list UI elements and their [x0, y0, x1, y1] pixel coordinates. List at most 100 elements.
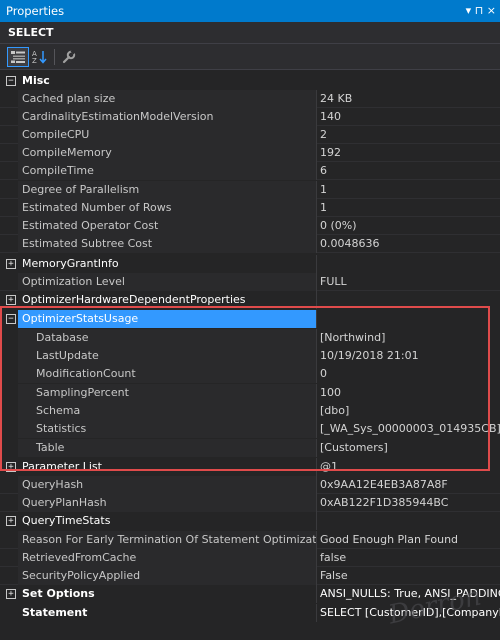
- property-name: ModificationCount: [18, 365, 316, 383]
- property-row[interactable]: CompileMemory 192: [0, 144, 500, 162]
- property-row[interactable]: QueryHash 0x9AA12E4EB3A87A8F: [0, 476, 500, 494]
- property-value: [Northwind]: [320, 331, 386, 344]
- property-value: 192: [320, 146, 341, 159]
- property-pages-button[interactable]: [58, 47, 80, 67]
- collapse-icon[interactable]: −: [6, 314, 16, 324]
- property-row[interactable]: Degree of Parallelism 1: [0, 181, 500, 199]
- properties-toolbar: A Z: [0, 44, 500, 70]
- property-value: 1: [320, 201, 327, 214]
- property-name: SamplingPercent: [18, 384, 316, 402]
- property-value: 140: [320, 110, 341, 123]
- property-name: Reason For Early Termination Of Statemen…: [18, 531, 316, 549]
- property-name: Cached plan size: [18, 90, 316, 108]
- window-controls[interactable]: ▾ ⊓ ×: [466, 0, 496, 22]
- property-name: Estimated Operator Cost: [18, 217, 316, 235]
- category-misc[interactable]: − Misc: [0, 72, 500, 90]
- property-row-optimizer-hardware[interactable]: + OptimizerHardwareDependentProperties: [0, 291, 500, 309]
- property-name: CompileCPU: [18, 126, 316, 144]
- property-name: Statistics: [18, 420, 316, 438]
- property-row-memory-grant-info[interactable]: + MemoryGrantInfo: [0, 255, 500, 273]
- expand-icon[interactable]: +: [6, 516, 16, 526]
- expand-icon[interactable]: +: [6, 259, 16, 269]
- expand-icon[interactable]: +: [6, 589, 16, 599]
- property-row[interactable]: Estimated Subtree Cost 0.0048636: [0, 235, 500, 253]
- property-name: OptimizerStatsUsage: [18, 310, 316, 328]
- property-row[interactable]: QueryPlanHash 0xAB122F1D385944BC: [0, 494, 500, 512]
- property-row[interactable]: Optimization Level FULL: [0, 273, 500, 291]
- stats-sub-row[interactable]: Schema [dbo]: [0, 402, 500, 420]
- selected-object-name: SELECT: [8, 26, 54, 39]
- property-row[interactable]: CardinalityEstimationModelVersion 140: [0, 108, 500, 126]
- property-value: 0xAB122F1D385944BC: [320, 496, 449, 509]
- property-name: QueryPlanHash: [18, 494, 316, 512]
- property-row-statement[interactable]: Statement SELECT [CustomerID],[CompanyNa…: [0, 604, 500, 622]
- property-name: MemoryGrantInfo: [22, 257, 119, 270]
- property-value: 0: [320, 367, 327, 380]
- property-row-optimizer-stats-usage[interactable]: − OptimizerStatsUsage: [0, 310, 500, 328]
- categorized-button[interactable]: [7, 47, 29, 67]
- property-name: Statement: [22, 606, 88, 619]
- property-name: SecurityPolicyApplied: [18, 567, 316, 585]
- property-row[interactable]: Reason For Early Termination Of Statemen…: [0, 531, 500, 549]
- property-value: [_WA_Sys_00000003_014935CB]: [320, 422, 500, 435]
- property-row-set-options[interactable]: + Set Options ANSI_NULLS: True, ANSI_PAD…: [0, 585, 500, 603]
- property-value: false: [320, 551, 347, 564]
- expand-icon[interactable]: +: [6, 462, 16, 472]
- alphabetical-button[interactable]: A Z: [29, 47, 51, 67]
- property-row[interactable]: Estimated Operator Cost 0 (0%): [0, 217, 500, 235]
- property-name: QueryHash: [18, 476, 316, 494]
- property-value: 24 KB: [320, 92, 353, 105]
- property-value: 0 (0%): [320, 219, 357, 232]
- property-name: Degree of Parallelism: [18, 181, 316, 199]
- property-row-query-time-stats[interactable]: + QueryTimeStats: [0, 512, 500, 530]
- property-name: Estimated Number of Rows: [18, 199, 316, 217]
- stats-sub-row[interactable]: SamplingPercent 100: [0, 384, 500, 402]
- property-value: [dbo]: [320, 404, 350, 417]
- property-name: RetrievedFromCache: [18, 549, 316, 567]
- property-name: Database: [18, 329, 316, 347]
- stats-sub-row[interactable]: Statistics [_WA_Sys_00000003_014935CB]: [0, 420, 500, 438]
- property-row-parameter-list[interactable]: + Parameter List @1: [0, 458, 500, 476]
- expand-icon[interactable]: +: [6, 295, 16, 305]
- property-name: Set Options: [22, 587, 95, 600]
- stats-sub-row[interactable]: Database [Northwind]: [0, 329, 500, 347]
- property-row[interactable]: CompileCPU 2: [0, 126, 500, 144]
- property-value: @1: [320, 460, 338, 473]
- property-name: LastUpdate: [18, 347, 316, 365]
- properties-title-bar: Properties ▾ ⊓ ×: [0, 0, 500, 22]
- property-value: 1: [320, 183, 327, 196]
- property-grid: − Misc Cached plan size 24 KB Cardinalit…: [0, 71, 500, 640]
- property-row[interactable]: RetrievedFromCache false: [0, 549, 500, 567]
- categorized-icon: [11, 51, 25, 63]
- toolbar-separator: [54, 49, 55, 65]
- svg-text:Z: Z: [32, 57, 37, 64]
- category-label: Misc: [22, 74, 50, 87]
- property-row[interactable]: SecurityPolicyApplied False: [0, 567, 500, 585]
- property-name: Table: [18, 439, 316, 457]
- property-value: 0x9AA12E4EB3A87A8F: [320, 478, 448, 491]
- property-value: ANSI_NULLS: True, ANSI_PADDING: True: [320, 587, 500, 600]
- property-name: Schema: [18, 402, 316, 420]
- property-row[interactable]: Cached plan size 24 KB: [0, 90, 500, 108]
- property-name: Parameter List: [22, 460, 102, 473]
- property-value: SELECT [CustomerID],[CompanyName]: [320, 606, 500, 619]
- window-title: Properties: [6, 4, 65, 18]
- property-row[interactable]: Estimated Number of Rows 1: [0, 199, 500, 217]
- property-name: Estimated Subtree Cost: [18, 235, 316, 253]
- stats-sub-row[interactable]: LastUpdate 10/19/2018 21:01: [0, 347, 500, 365]
- alphabetical-icon: A Z: [32, 50, 47, 64]
- stats-sub-row[interactable]: Table [Customers]: [0, 439, 500, 457]
- property-value: 6: [320, 164, 327, 177]
- property-name: Optimization Level: [18, 273, 316, 291]
- collapse-icon[interactable]: −: [6, 76, 16, 86]
- wrench-icon: [62, 50, 76, 64]
- stats-sub-row[interactable]: ModificationCount 0: [0, 365, 500, 383]
- property-value: 10/19/2018 21:01: [320, 349, 419, 362]
- property-value: 2: [320, 128, 327, 141]
- property-value: FULL: [320, 275, 347, 288]
- object-selector[interactable]: SELECT: [0, 22, 500, 44]
- property-value: 0.0048636: [320, 237, 380, 250]
- property-name: CardinalityEstimationModelVersion: [18, 108, 316, 126]
- property-row[interactable]: CompileTime 6: [0, 162, 500, 180]
- property-value: 100: [320, 386, 341, 399]
